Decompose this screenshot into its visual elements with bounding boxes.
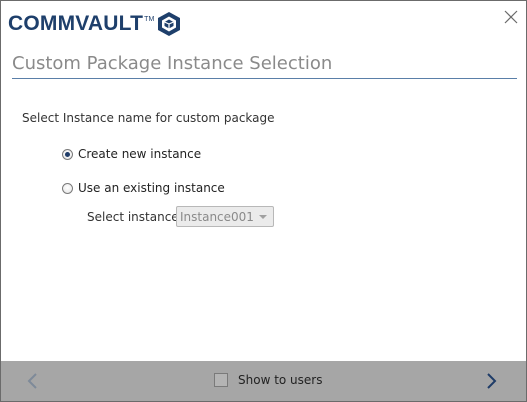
instance-prompt-label: Select Instance name for custom package (22, 111, 275, 125)
show-to-users-label: Show to users (238, 373, 323, 387)
close-icon[interactable] (504, 10, 518, 24)
page-title: Custom Package Instance Selection (12, 53, 517, 79)
radio-label-create-new: Create new instance (78, 147, 202, 161)
instance-select[interactable]: Instance001 (176, 206, 274, 227)
footer-bar: Show to users (1, 361, 526, 401)
radio-button-checked[interactable] (62, 148, 73, 160)
installer-window: COMMVAULT TM Custom Package Instance Sel… (0, 0, 527, 402)
chevron-left-icon[interactable] (25, 372, 41, 390)
commvault-cube-icon (158, 12, 181, 36)
chevron-right-icon[interactable] (483, 372, 499, 390)
logo-text: COMMVAULT (8, 12, 144, 35)
instance-select-value: Instance001 (180, 209, 254, 224)
radio-create-new-instance[interactable]: Create new instance (62, 147, 201, 161)
show-to-users-checkbox[interactable] (214, 373, 228, 387)
show-to-users-toggle[interactable]: Show to users (214, 373, 322, 387)
radio-label-use-existing: Use an existing instance (78, 181, 225, 195)
select-instance-label: Select instance (87, 210, 179, 224)
chevron-down-icon (259, 214, 267, 219)
logo-trademark: TM (144, 16, 155, 23)
radio-button-unchecked[interactable] (62, 182, 73, 194)
commvault-logo: COMMVAULT TM (8, 10, 181, 38)
radio-use-existing-instance[interactable]: Use an existing instance (62, 181, 225, 195)
